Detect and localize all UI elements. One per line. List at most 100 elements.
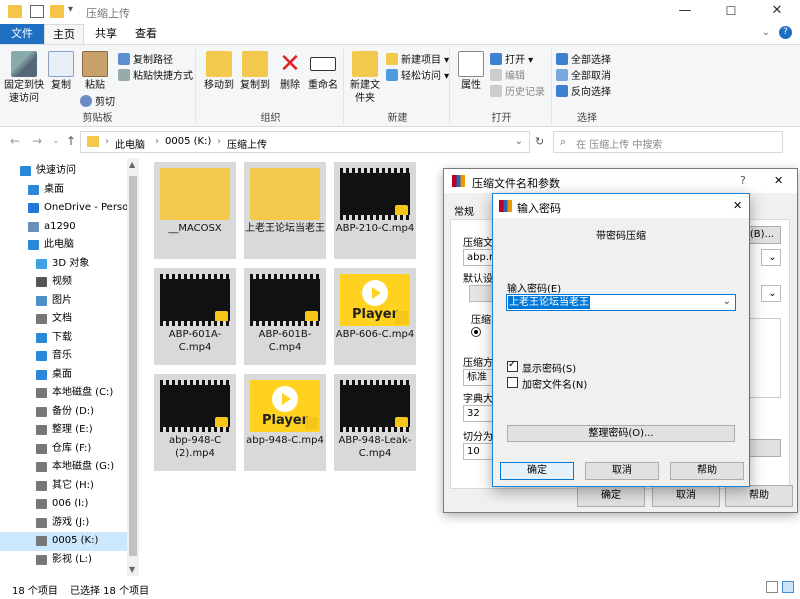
paste-shortcut-button[interactable]: 粘贴快捷方式 — [118, 69, 193, 85]
address-dropdown-icon[interactable]: ⌄ — [515, 136, 523, 147]
address-bar-row: ← → ⌄ ↑ › 此电脑 › 0005 (K:) › 压缩上传 ⌄ ↻ ⌕ 在… — [0, 128, 800, 156]
checkbox-icon[interactable] — [30, 5, 44, 18]
help-icon[interactable]: ? — [779, 26, 792, 39]
new-folder-button[interactable]: 新建文件夹 — [348, 51, 382, 105]
dialog-help-button[interactable]: ? — [740, 174, 746, 187]
format-radio[interactable] — [471, 327, 481, 337]
open-button[interactable]: 打开 ▾ — [490, 53, 533, 69]
encrypt-filenames-checkbox[interactable] — [507, 377, 518, 388]
file-tile[interactable]: ABP-601A-C.mp4 — [154, 268, 236, 365]
easy-access-button[interactable]: 轻松访问 ▾ — [386, 69, 449, 85]
password-cancel-button[interactable]: 取消 — [585, 462, 659, 480]
file-tile[interactable]: 上老王论坛当老王 — [244, 162, 326, 259]
password-history-dropdown-icon[interactable]: ⌄ — [723, 296, 731, 307]
back-arrow-icon[interactable]: ← — [10, 134, 20, 148]
file-name: ABP-601B-C.mp4 — [258, 329, 312, 353]
file-tile[interactable]: ABP-948-Leak-C.mp4 — [334, 374, 416, 471]
details-view-icon[interactable] — [766, 581, 778, 593]
sidebar-item[interactable]: 0005 (K:) — [0, 532, 127, 551]
password-ok-button[interactable]: 确定 — [500, 462, 574, 480]
history-button[interactable]: 历史记录 — [490, 85, 545, 101]
sidebar-item[interactable]: 文档 — [0, 310, 127, 329]
sidebar-item[interactable]: 本地磁盘 (C:) — [0, 384, 127, 403]
file-tile[interactable]: ABP-210-C.mp4 — [334, 162, 416, 259]
sidebar-scrollbar[interactable]: ▲ ▼ — [127, 158, 139, 576]
sidebar-item[interactable]: 音乐 — [0, 347, 127, 366]
sidebar-item[interactable]: 快速访问 — [0, 162, 127, 181]
scroll-up-icon[interactable]: ▲ — [129, 160, 135, 169]
copy-to-button[interactable]: 复制到 — [238, 51, 272, 92]
breadcrumb-this-pc[interactable]: 此电脑 — [115, 136, 145, 151]
edit-button[interactable]: 编辑 — [490, 69, 525, 85]
refresh-icon[interactable]: ↻ — [535, 135, 544, 148]
recent-dropdown-icon[interactable]: ⌄ — [52, 136, 60, 146]
navigation-pane: 快速访问桌面 OneDrive - Personal a1290 此电脑 3D 对象视频… — [0, 158, 140, 576]
maximize-button[interactable]: ☐ — [708, 0, 754, 24]
file-tile[interactable]: Player abp-948-C.mp4 — [244, 374, 326, 471]
sidebar-item[interactable]: 视频 — [0, 273, 127, 292]
select-none-button[interactable]: 全部取消 — [556, 69, 611, 85]
compress-help-button[interactable]: 帮助 — [725, 485, 793, 507]
sidebar-item[interactable]: 006 (I:) — [0, 495, 127, 514]
new-item-button[interactable]: 新建项目 ▾ — [386, 53, 449, 69]
file-tile[interactable]: Player ABP-606-C.mp4 — [334, 268, 416, 365]
compress-cancel-button[interactable]: 取消 — [652, 485, 720, 507]
tab-general[interactable]: 常规 — [454, 203, 474, 218]
move-to-button[interactable]: 移动到 — [202, 51, 236, 92]
format-dropdown-icon[interactable]: ⌄ — [761, 285, 781, 302]
properties-button[interactable]: 属性 — [456, 51, 486, 92]
sidebar-item[interactable]: 备份 (D:) — [0, 403, 127, 422]
sidebar-item[interactable]: 仓库 (F:) — [0, 440, 127, 459]
invert-selection-button[interactable]: 反向选择 — [556, 85, 611, 101]
organize-passwords-button[interactable]: 整理密码(O)... — [507, 425, 735, 442]
close-button[interactable]: ✕ — [754, 0, 800, 24]
scroll-thumb[interactable] — [129, 176, 137, 556]
password-close-button[interactable]: ✕ — [733, 199, 742, 212]
qat-dropdown-icon[interactable]: ▾ — [68, 4, 73, 15]
sidebar-item[interactable]: 游戏 (J:) — [0, 514, 127, 533]
sidebar-item[interactable]: 本地磁盘 (G:) — [0, 458, 127, 477]
file-tile[interactable]: __MACOSX — [154, 162, 236, 259]
ribbon-collapse-icon[interactable]: ⌄ — [762, 27, 770, 38]
sidebar-item[interactable]: 桌面 — [0, 366, 127, 385]
sidebar-item[interactable]: a1290 — [0, 218, 127, 237]
sidebar-item[interactable]: OneDrive - Personal — [0, 199, 127, 218]
sidebar-item[interactable]: 此电脑 — [0, 236, 127, 255]
folder-icon[interactable] — [50, 5, 64, 18]
scroll-down-icon[interactable]: ▼ — [129, 565, 135, 574]
pin-quick-access-button[interactable]: 固定到快速访问 — [4, 51, 44, 105]
sidebar-item[interactable]: 3D 对象 — [0, 255, 127, 274]
dialog-close-button[interactable]: ✕ — [774, 174, 783, 187]
copy-button[interactable]: 复制 — [46, 51, 76, 92]
compress-ok-button[interactable]: 确定 — [577, 485, 645, 507]
password-help-button[interactable]: 帮助 — [670, 462, 744, 480]
file-tile[interactable]: ABP-601B-C.mp4 — [244, 268, 326, 365]
archive-dropdown-icon[interactable]: ⌄ — [761, 249, 781, 266]
sidebar-item[interactable]: 下载 — [0, 329, 127, 348]
tab-share[interactable]: 共享 — [88, 24, 124, 44]
sidebar-item[interactable]: 影视 (L:) — [0, 551, 127, 570]
search-box[interactable]: ⌕ 在 压缩上传 中搜索 — [553, 131, 783, 153]
tab-view[interactable]: 查看 — [128, 24, 164, 44]
password-input[interactable]: 上老王论坛当老王 ⌄ — [506, 294, 736, 311]
copy-path-button[interactable]: 复制路径 — [118, 53, 173, 69]
sidebar-item[interactable]: 整理 (E:) — [0, 421, 127, 440]
tab-file[interactable]: 文件 — [0, 24, 44, 44]
large-icons-view-icon[interactable] — [782, 581, 794, 593]
rename-button[interactable]: 重命名 — [306, 51, 340, 92]
up-arrow-icon[interactable]: ↑ — [66, 134, 76, 148]
show-password-checkbox[interactable]: ✓ — [507, 359, 518, 372]
paste-button[interactable]: 粘贴 — [80, 51, 110, 92]
sidebar-item[interactable]: 桌面 — [0, 181, 127, 200]
select-all-button[interactable]: 全部选择 — [556, 53, 611, 69]
address-box[interactable]: › 此电脑 › 0005 (K:) › 压缩上传 ⌄ — [80, 131, 530, 153]
sidebar-item[interactable]: 其它 (H:) — [0, 477, 127, 496]
tab-home[interactable]: 主页 — [44, 24, 84, 44]
minimize-button[interactable]: — — [662, 0, 708, 24]
breadcrumb-folder[interactable]: 压缩上传 — [227, 136, 267, 151]
sidebar-item[interactable]: 图片 — [0, 292, 127, 311]
breadcrumb-drive[interactable]: 0005 (K:) — [165, 136, 211, 147]
delete-button[interactable]: ✕ 删除 — [276, 51, 304, 92]
forward-arrow-icon[interactable]: → — [32, 134, 42, 148]
file-tile[interactable]: abp-948-C (2).mp4 — [154, 374, 236, 471]
